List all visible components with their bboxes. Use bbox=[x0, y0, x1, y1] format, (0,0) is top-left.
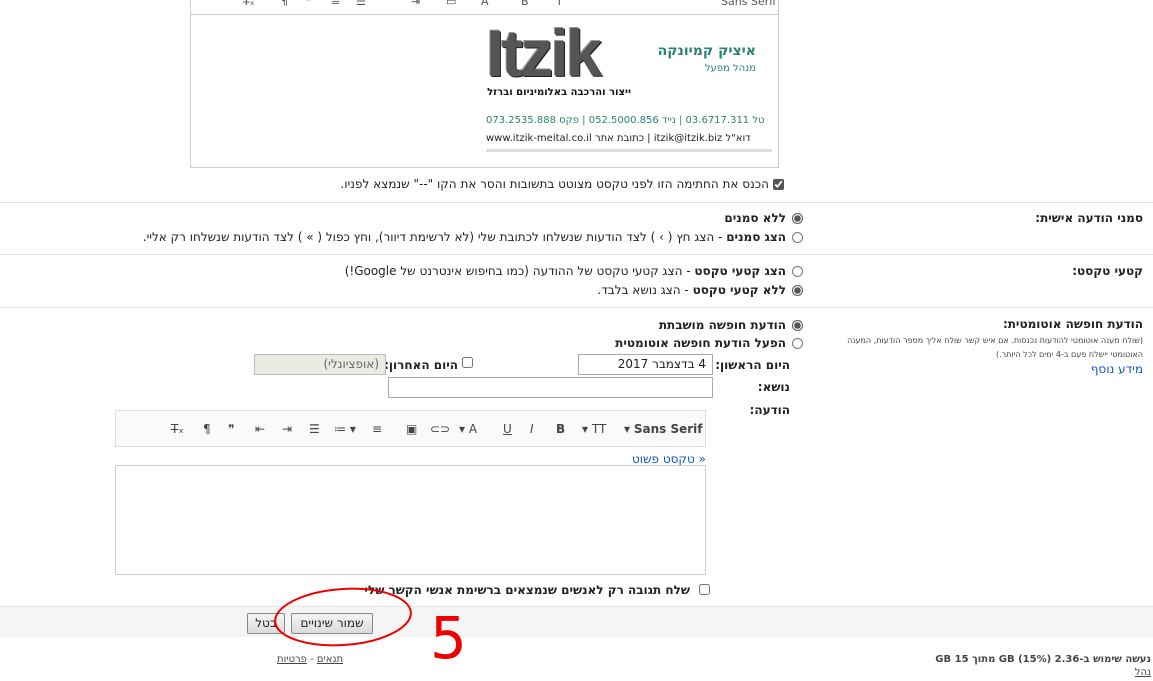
paragraph-icon[interactable]: ¶ bbox=[281, 0, 288, 8]
section-divider bbox=[0, 307, 1153, 308]
first-day-label: היום הראשון: bbox=[715, 358, 790, 372]
first-day-input[interactable]: 4 בדצמבר 2017 bbox=[578, 354, 713, 375]
font-family-select[interactable]: ▾ Sans Serif bbox=[624, 422, 702, 436]
snippets-label: קטעי טקסט: bbox=[1072, 264, 1143, 278]
font-size-icon[interactable]: ▾ TT bbox=[582, 422, 606, 436]
font-family-select[interactable]: Sans Serif bbox=[721, 0, 776, 8]
message-editor[interactable] bbox=[115, 465, 706, 575]
outdent-icon[interactable]: ⇤ bbox=[255, 422, 265, 436]
learn-more-link[interactable]: מידע נוסף bbox=[1091, 362, 1143, 376]
insert-before-quote-label: הכנס את החתימה הזו לפני טקסט מצוטט בתשוב… bbox=[340, 177, 769, 191]
manage-storage-link[interactable]: נהל bbox=[1135, 667, 1151, 678]
signature-editor[interactable]: Itzik ייצור והרכבה באלומיניום וברזל איצי… bbox=[190, 14, 779, 168]
last-day-checkbox[interactable] bbox=[462, 357, 473, 368]
vacation-on-radio[interactable] bbox=[792, 338, 803, 349]
signature-address: דוא"ל itzik@itzik.biz | כתובת אתר www.it… bbox=[486, 133, 751, 144]
signature-name: איציק קמיונקה bbox=[657, 43, 756, 59]
clear-format-icon[interactable]: T̶ₓ bbox=[171, 422, 184, 436]
vacation-label: הודעת חופשה אוטומטית: bbox=[1002, 317, 1143, 331]
numbered-list-icon[interactable]: ≔ ▾ bbox=[334, 422, 356, 436]
link-icon[interactable]: ⊂⊃ bbox=[430, 422, 450, 436]
section-divider bbox=[0, 202, 1153, 203]
indent-icon[interactable]: ⇥ bbox=[411, 0, 420, 8]
last-day-input[interactable]: (אופציונלי) bbox=[254, 354, 386, 375]
text-color-icon[interactable]: A bbox=[481, 0, 489, 8]
align-icon[interactable]: ≡ bbox=[331, 0, 340, 8]
no-indicators-radio[interactable] bbox=[792, 213, 803, 224]
signature-divider bbox=[486, 149, 772, 152]
plain-text-link[interactable]: « טקסט פשוט bbox=[632, 452, 706, 466]
signature-phones: טל 03.6717.311 | נייד 052.5000.856 | פקס… bbox=[486, 115, 765, 126]
subject-input[interactable] bbox=[388, 377, 713, 398]
show-snippets-label: הצג קטעי טקסט - הצג קטעי טקסט של ההודעה … bbox=[344, 264, 786, 278]
no-snippets-radio[interactable] bbox=[792, 285, 803, 296]
vacation-off-radio[interactable] bbox=[792, 320, 803, 331]
quote-icon[interactable]: ❞ bbox=[228, 422, 234, 436]
contacts-only-checkbox[interactable] bbox=[699, 584, 710, 595]
footer-links: תנאים - פרטיות bbox=[277, 654, 344, 665]
logo-subtitle: ייצור והרכבה באלומיניום וברזל bbox=[487, 87, 631, 98]
personal-level-label: סמני הודעה אישית: bbox=[1035, 211, 1143, 225]
subject-label: נושא: bbox=[757, 380, 790, 394]
indent-icon[interactable]: ⇥ bbox=[282, 422, 292, 436]
section-divider bbox=[0, 254, 1153, 255]
italic-icon[interactable]: I bbox=[530, 422, 534, 436]
bold-icon[interactable]: B bbox=[521, 0, 529, 8]
itzik-logo: Itzik bbox=[486, 16, 602, 90]
underline-icon[interactable]: U bbox=[503, 422, 512, 436]
list-icon[interactable]: ☰ bbox=[356, 0, 366, 8]
clear-format-icon[interactable]: T̶ₓ bbox=[243, 0, 255, 8]
image-icon[interactable]: ▭ bbox=[446, 0, 456, 8]
text-color-icon[interactable]: ▾ A bbox=[459, 422, 477, 436]
last-day-label: היום האחרון: bbox=[384, 358, 458, 372]
vacation-description-2: האוטומטי יישלח פעם ב-4 ימים לכל היותר.) bbox=[995, 350, 1143, 359]
quote-icon[interactable]: ❞ bbox=[306, 0, 312, 8]
message-label: הודעה: bbox=[749, 403, 790, 417]
vacation-off-label: הודעת חופשה מושבתת bbox=[658, 318, 786, 332]
vacation-description-1: (שולח מענה אוטומטי להודעות נכנסות. אם אי… bbox=[847, 336, 1143, 345]
paragraph-icon[interactable]: ¶ bbox=[203, 422, 211, 436]
no-indicators-label: ללא סמנים bbox=[724, 211, 786, 225]
terms-link[interactable]: תנאים bbox=[317, 654, 343, 665]
bulleted-list-icon[interactable]: ☰ bbox=[309, 422, 320, 436]
no-snippets-label: ללא קטעי טקסט - הצג נושא בלבד. bbox=[597, 283, 786, 297]
storage-usage: נעשה שימוש ב-2.36 GB (15%) מתוך 15 GB bbox=[935, 654, 1151, 665]
show-indicators-label: הצג סמנים - הצג חץ ( › ) לצד הודעות שנשל… bbox=[142, 230, 786, 244]
vacation-on-label: הפעל הודעת חופשה אוטומטית bbox=[615, 336, 786, 350]
show-snippets-radio[interactable] bbox=[792, 266, 803, 277]
image-icon[interactable]: ▣ bbox=[406, 422, 417, 436]
insert-before-quote-checkbox[interactable] bbox=[773, 179, 784, 190]
signature-title: מנהל מפעל bbox=[704, 63, 756, 74]
signature-toolbar: T̶ₓ ¶ ❞ ≡ ☰ ⇥ ▭ A B T Sans Serif bbox=[190, 0, 779, 14]
bold-icon[interactable]: B bbox=[556, 422, 565, 436]
show-indicators-radio[interactable] bbox=[792, 232, 803, 243]
button-bar bbox=[0, 607, 1153, 637]
privacy-link[interactable]: פרטיות bbox=[277, 654, 307, 665]
font-size-icon[interactable]: T bbox=[556, 0, 563, 8]
annotation-number: 5 bbox=[430, 604, 467, 670]
message-editor-toolbar: T̶ₓ ¶ ❞ ⇤ ⇥ ☰ ≔ ▾ ≡ ▣ ⊂⊃ ▾ A U I B ▾ TT … bbox=[115, 410, 706, 447]
align-icon[interactable]: ≡ bbox=[372, 422, 382, 436]
